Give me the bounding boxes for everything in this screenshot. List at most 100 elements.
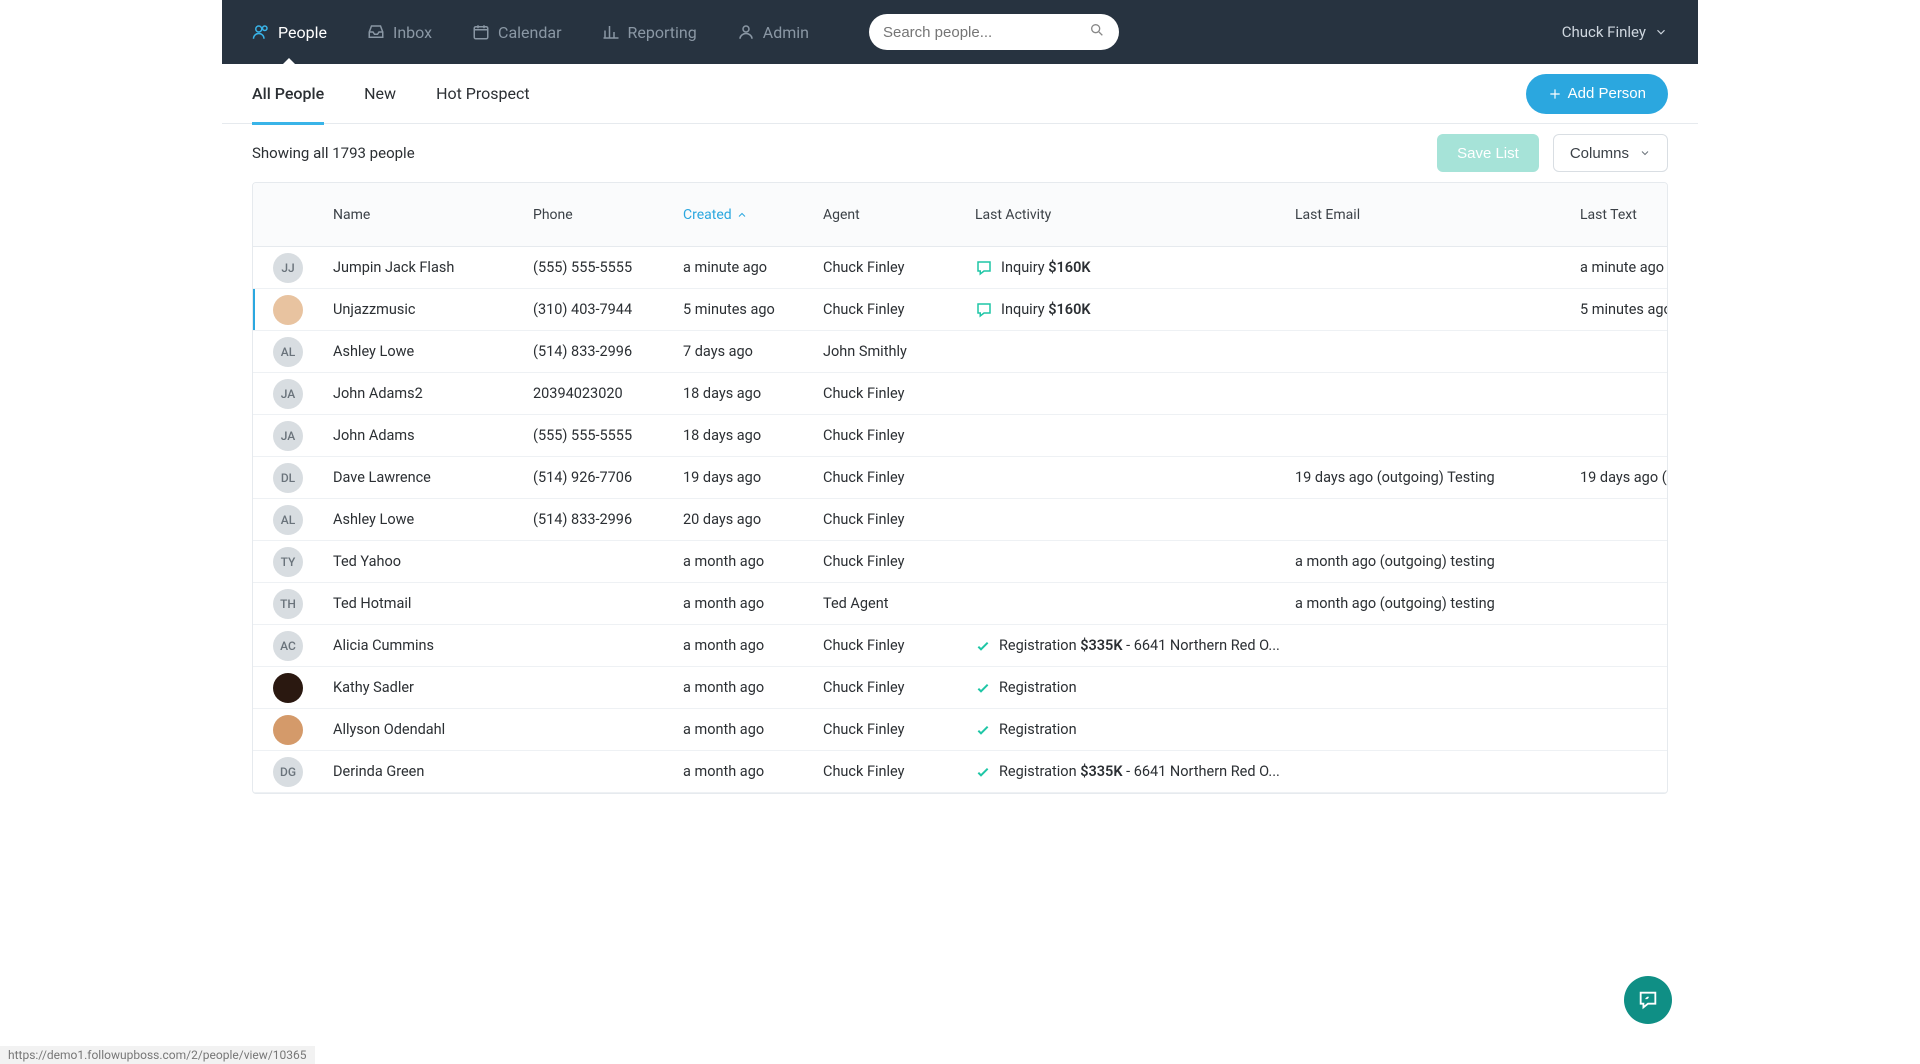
- cell-phone: (555) 555-5555: [523, 427, 673, 444]
- cell-created: a month ago: [673, 721, 813, 738]
- add-person-label: Add Person: [1568, 85, 1646, 102]
- cell-last-activity: Inquiry $160K: [965, 301, 1285, 319]
- cell-agent: Chuck Finley: [813, 259, 965, 276]
- activity-text: Registration: [999, 679, 1077, 696]
- search-input[interactable]: [883, 24, 1089, 41]
- table-row[interactable]: ACAlicia Cumminsa month agoChuck FinleyR…: [253, 625, 1667, 667]
- cell-last-email: 19 days ago (outgoing) Testing: [1285, 469, 1570, 486]
- col-last-activity[interactable]: Last Activity: [965, 207, 1285, 223]
- cell-last-text: a minute ago (ou: [1570, 259, 1668, 276]
- cell-name[interactable]: Ashley Lowe: [323, 343, 523, 360]
- search-icon: [1089, 22, 1105, 42]
- cell-name[interactable]: Dave Lawrence: [323, 469, 523, 486]
- avatar-cell: DL: [253, 463, 323, 493]
- inbox-icon: [367, 23, 385, 41]
- cell-agent: Chuck Finley: [813, 301, 965, 318]
- top-nav: People Inbox Calendar Reporting Admin: [222, 0, 1698, 64]
- nav-item-calendar[interactable]: Calendar: [472, 23, 561, 42]
- table-row[interactable]: JAJohn Adams(555) 555-555518 days agoChu…: [253, 415, 1667, 457]
- user-menu[interactable]: Chuck Finley: [1562, 23, 1668, 41]
- add-person-button[interactable]: Add Person: [1526, 74, 1668, 114]
- activity-text: Inquiry $160K: [1001, 301, 1091, 318]
- cell-name[interactable]: Ted Yahoo: [323, 553, 523, 570]
- nav-label: Admin: [763, 23, 809, 42]
- avatar: AL: [273, 337, 303, 367]
- table-row[interactable]: ALAshley Lowe(514) 833-29967 days agoJoh…: [253, 331, 1667, 373]
- cell-name[interactable]: John Adams2: [323, 385, 523, 402]
- cell-last-email: a month ago (outgoing) testing: [1285, 553, 1570, 570]
- check-icon: [975, 764, 991, 780]
- table-row[interactable]: TYTed Yahooa month agoChuck Finleya mont…: [253, 541, 1667, 583]
- table-row[interactable]: ALAshley Lowe(514) 833-299620 days agoCh…: [253, 499, 1667, 541]
- cell-name[interactable]: Ashley Lowe: [323, 511, 523, 528]
- table-row[interactable]: JJJumpin Jack Flash(555) 555-5555a minut…: [253, 247, 1667, 289]
- list-bar: Showing all 1793 people Save List Column…: [222, 124, 1698, 182]
- tab-new[interactable]: New: [364, 64, 396, 124]
- cell-name[interactable]: Unjazzmusic: [323, 301, 523, 318]
- chart-icon: [602, 23, 620, 41]
- cell-name[interactable]: Ted Hotmail: [323, 595, 523, 612]
- help-button[interactable]: [1624, 976, 1672, 1024]
- col-phone[interactable]: Phone: [523, 207, 673, 223]
- table-row[interactable]: THTed Hotmaila month agoTed Agenta month…: [253, 583, 1667, 625]
- nav-item-inbox[interactable]: Inbox: [367, 23, 432, 42]
- check-icon: [975, 638, 991, 654]
- col-last-text[interactable]: Last Text: [1570, 207, 1668, 223]
- avatar-cell: [253, 295, 323, 325]
- table-row[interactable]: DGDerinda Greena month agoChuck FinleyRe…: [253, 751, 1667, 793]
- table-row[interactable]: JAJohn Adams22039402302018 days agoChuck…: [253, 373, 1667, 415]
- people-icon: [252, 23, 270, 41]
- cell-name[interactable]: Jumpin Jack Flash: [323, 259, 523, 276]
- check-icon: [975, 680, 991, 696]
- help-icon: [1637, 989, 1659, 1011]
- search-box[interactable]: [869, 14, 1119, 50]
- avatar: DL: [273, 463, 303, 493]
- chevron-down-icon: [1639, 147, 1651, 159]
- cell-agent: Chuck Finley: [813, 721, 965, 738]
- nav-item-admin[interactable]: Admin: [737, 23, 809, 42]
- check-icon: [975, 722, 991, 738]
- avatar-cell: TY: [253, 547, 323, 577]
- nav-item-people[interactable]: People: [252, 23, 327, 42]
- activity-text: Registration: [999, 721, 1077, 738]
- col-last-email[interactable]: Last Email: [1285, 207, 1570, 223]
- tab-all-people[interactable]: All People: [252, 64, 324, 124]
- cell-agent: Chuck Finley: [813, 385, 965, 402]
- cell-name[interactable]: John Adams: [323, 427, 523, 444]
- avatar-cell: AC: [253, 631, 323, 661]
- cell-name[interactable]: Kathy Sadler: [323, 679, 523, 696]
- tab-hot-prospect[interactable]: Hot Prospect: [436, 64, 530, 124]
- cell-agent: Chuck Finley: [813, 763, 965, 780]
- search-container: [869, 14, 1119, 50]
- col-name[interactable]: Name: [323, 207, 523, 223]
- cell-name[interactable]: Allyson Odendahl: [323, 721, 523, 738]
- cell-last-text: 19 days ago (out: [1570, 469, 1668, 486]
- avatar: TY: [273, 547, 303, 577]
- col-created[interactable]: Created: [673, 207, 813, 223]
- nav-label: Calendar: [498, 23, 561, 42]
- table-row[interactable]: DLDave Lawrence(514) 926-770619 days ago…: [253, 457, 1667, 499]
- chevron-down-icon: [1654, 25, 1668, 39]
- cell-created: 20 days ago: [673, 511, 813, 528]
- avatar: TH: [273, 589, 303, 619]
- cell-created: a month ago: [673, 679, 813, 696]
- col-agent[interactable]: Agent: [813, 207, 965, 223]
- cell-phone: (514) 833-2996: [523, 511, 673, 528]
- save-list-button[interactable]: Save List: [1437, 134, 1539, 172]
- cell-agent: Chuck Finley: [813, 637, 965, 654]
- table-row[interactable]: Unjazzmusic(310) 403-79445 minutes agoCh…: [253, 289, 1667, 331]
- inquiry-icon: [975, 301, 993, 319]
- cell-created: a month ago: [673, 637, 813, 654]
- columns-button[interactable]: Columns: [1553, 134, 1668, 172]
- cell-name[interactable]: Derinda Green: [323, 763, 523, 780]
- table-row[interactable]: Kathy Sadlera month agoChuck FinleyRegis…: [253, 667, 1667, 709]
- col-created-label: Created: [683, 207, 732, 223]
- avatar-cell: [253, 715, 323, 745]
- avatar: JA: [273, 379, 303, 409]
- table-row[interactable]: Allyson Odendahl a month agoChuck Finley R…: [253, 709, 1667, 751]
- nav-item-reporting[interactable]: Reporting: [602, 23, 697, 42]
- cell-created: a month ago: [673, 553, 813, 570]
- cell-created: 18 days ago: [673, 427, 813, 444]
- user-name: Chuck Finley: [1562, 23, 1646, 41]
- cell-name[interactable]: Alicia Cummins: [323, 637, 523, 654]
